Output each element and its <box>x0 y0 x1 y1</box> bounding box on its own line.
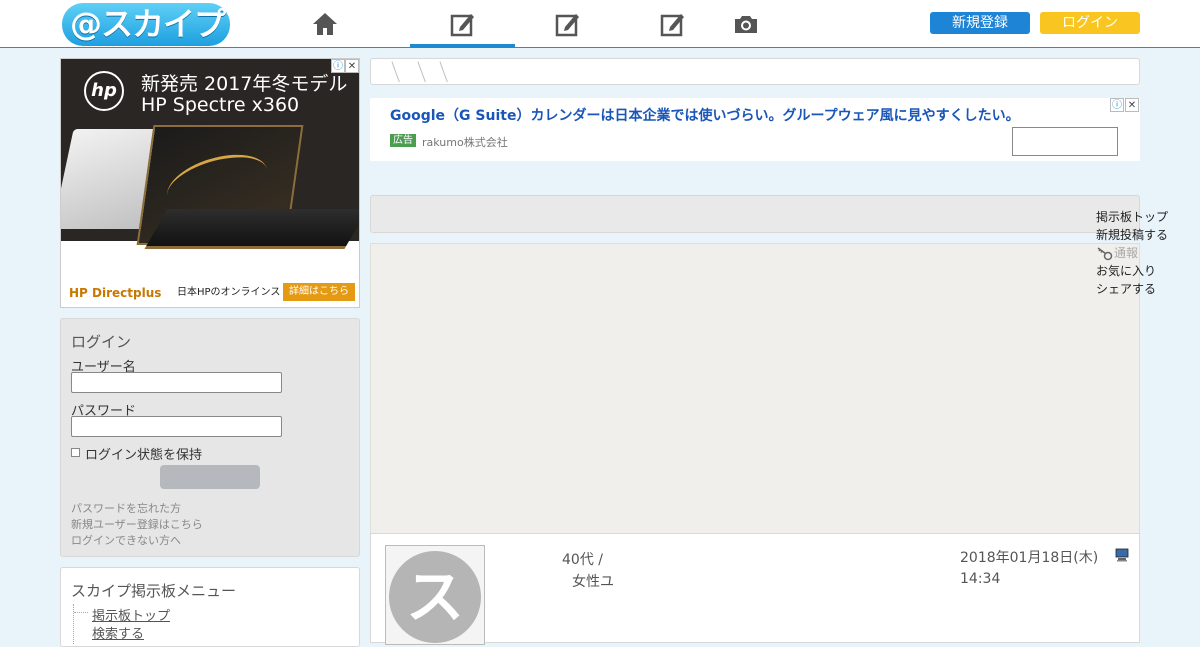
close-icon[interactable]: ✕ <box>345 59 359 73</box>
tree-lines <box>73 604 89 644</box>
ad-footer: HP Directplus 日本HPのオンラインストア 詳細はこちら <box>61 279 359 307</box>
camera-icon <box>734 16 757 33</box>
sidebar-ad[interactable]: hp 新発売 2017年冬モデル HP Spectre x360 HP Dire… <box>60 58 360 308</box>
post-author-age: 40代 / <box>562 552 603 568</box>
home-icon <box>312 13 337 35</box>
ad-brand: HP Directplus <box>69 286 162 300</box>
login-submit-button[interactable] <box>160 465 260 489</box>
ad-product-name: HP Spectre x360 <box>141 94 300 116</box>
menu-report[interactable]: 通報 <box>1096 244 1140 262</box>
breadcrumb <box>370 58 1140 85</box>
menu-favorite[interactable]: お気に入り <box>1096 262 1156 280</box>
post-author-gender: 女性ユ <box>572 574 614 590</box>
nav-tab-photo[interactable] <box>693 0 798 48</box>
forgot-password-link[interactable]: パスワードを忘れた方 <box>71 500 181 516</box>
breadcrumb-item[interactable] <box>429 59 443 84</box>
ad-image: hp 新発売 2017年冬モデル HP Spectre x360 <box>61 59 359 249</box>
edit-icon <box>660 14 684 37</box>
menu-report-label: 通報 <box>1114 246 1139 260</box>
login-panel: ログイン ユーザー名 パスワード ログイン状態を保持 パスワードを忘れた方 新規… <box>60 318 360 557</box>
thread-content <box>370 243 1140 534</box>
avatar: ス <box>385 545 485 645</box>
ad-banner-headline[interactable]: Google（G Suite）カレンダーは日本企業では使いづらい。グループウェア… <box>390 105 1020 125</box>
ad-cta-button[interactable]: 詳細はこちら <box>283 283 355 301</box>
post-timestamp: 2018年01月18日(木) 14:34 <box>960 550 1099 587</box>
register-button[interactable]: 新規登録 <box>930 12 1030 34</box>
nav-tab-post-2[interactable] <box>515 0 620 48</box>
menu-new-post[interactable]: 新規投稿する <box>1096 226 1168 244</box>
hp-logo: hp <box>84 71 124 111</box>
nav-tab-post[interactable] <box>410 0 515 48</box>
edit-icon <box>555 14 579 37</box>
edit-icon <box>450 14 474 37</box>
ad-store-text: 日本HPのオンラインストア <box>177 287 301 298</box>
ad-advertiser: rakumo株式会社 <box>422 136 508 149</box>
signup-link[interactable]: 新規ユーザー登録はこちら <box>71 516 203 532</box>
login-panel-title: ログイン <box>71 333 132 351</box>
menu-board-top[interactable]: 掲示板トップ <box>1096 208 1168 226</box>
ad-label-badge: 広告 <box>390 134 416 147</box>
menu-panel: スカイプ掲示板メニュー 掲示板トップ 検索する <box>60 567 360 647</box>
thread-actions-menu: 掲示板トップ 新規投稿する 通報 お気に入り シェアする <box>1096 208 1168 298</box>
close-icon[interactable]: ✕ <box>1125 98 1139 112</box>
ad-headline: 新発売 2017年冬モデル <box>141 73 348 95</box>
breadcrumb-item[interactable] <box>407 59 421 84</box>
remember-checkbox[interactable] <box>71 448 80 457</box>
adchoices-icon[interactable]: ⓘ <box>1110 98 1124 112</box>
skype-default-avatar-icon: ス <box>389 551 481 643</box>
pc-icon <box>1115 548 1129 562</box>
menu-item-search[interactable]: 検索する <box>92 623 144 642</box>
top-ad-banner[interactable]: Google（G Suite）カレンダーは日本企業では使いづらい。グループウェア… <box>370 98 1140 161</box>
key-icon <box>1097 246 1113 260</box>
menu-item-board-top[interactable]: 掲示板トップ <box>92 605 170 624</box>
menu-share[interactable]: シェアする <box>1096 280 1156 298</box>
site-logo[interactable]: @スカイプ <box>62 3 230 46</box>
username-input[interactable] <box>71 372 282 393</box>
nav-tab-home[interactable] <box>272 0 377 48</box>
laptop-keyboard-image <box>144 209 359 249</box>
password-input[interactable] <box>71 416 282 437</box>
thread-title-bar <box>370 195 1140 233</box>
login-button[interactable]: ログイン <box>1040 12 1140 34</box>
ad-open-button[interactable] <box>1012 127 1118 156</box>
adchoices-icon[interactable]: ⓘ <box>331 59 345 73</box>
remember-label: ログイン状態を保持 <box>85 448 203 463</box>
site-header: @スカイプ 新規登録 ログイン <box>0 0 1200 48</box>
login-help-link[interactable]: ログインできない方へ <box>71 532 181 548</box>
breadcrumb-item[interactable] <box>381 59 395 84</box>
menu-panel-title: スカイプ掲示板メニュー <box>71 582 237 600</box>
post-item: ス 40代 / 女性ユ 2018年01月18日(木) 14:34 <box>370 533 1140 645</box>
